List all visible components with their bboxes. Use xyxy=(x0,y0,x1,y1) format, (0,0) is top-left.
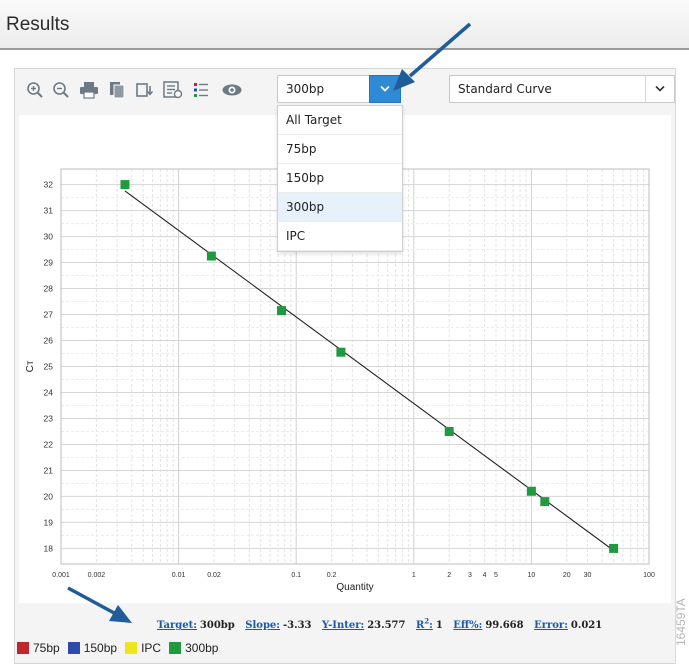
legend-item-75bp[interactable]: 75bp xyxy=(17,641,60,655)
target-dropdown-list: All Target 75bp 150bp 300bp IPC xyxy=(277,105,403,252)
legend-swatch xyxy=(67,642,80,654)
y-tick-label: 19 xyxy=(44,517,54,527)
x-tick-label: 30 xyxy=(584,572,592,579)
y-tick-label: 21 xyxy=(44,465,54,475)
x-tick-label: 0.2 xyxy=(327,572,337,579)
page-title: Results xyxy=(6,14,70,35)
plot-type-select[interactable]: Standard Curve xyxy=(449,75,675,103)
x-tick-label: 0.1 xyxy=(291,572,301,579)
y-tick-label: 20 xyxy=(44,491,54,501)
legend-item-ipc[interactable]: IPC xyxy=(125,641,161,655)
chevron-down-icon xyxy=(380,85,390,92)
y-tick-label: 24 xyxy=(44,387,54,397)
slope-stat-label[interactable]: Slope: xyxy=(245,620,280,631)
y-tick-label: 28 xyxy=(44,284,54,294)
y-tick-label: 26 xyxy=(44,336,54,346)
legend-swatch xyxy=(17,642,29,654)
data-point xyxy=(120,180,130,190)
x-tick-label: 5 xyxy=(494,572,498,579)
x-tick-label: 0.001 xyxy=(52,572,70,579)
legend-label: 300bp xyxy=(185,641,219,655)
target-stat-label[interactable]: Target: xyxy=(157,620,197,631)
curve-statistics: Target: 300bp Slope: -3.33 Y-Inter: 23.577 … xyxy=(157,617,609,631)
legend-label: 150bp xyxy=(83,641,118,655)
r2-stat-label[interactable]: R2: xyxy=(416,617,433,631)
x-tick-label: 1 xyxy=(412,572,416,579)
dropdown-option-300bp[interactable]: 300bp xyxy=(278,193,402,222)
x-tick-label: 10 xyxy=(528,572,536,579)
data-point xyxy=(540,497,550,507)
yinter-stat-value: 23.577 xyxy=(367,620,406,632)
export-icon[interactable] xyxy=(133,77,157,103)
data-point xyxy=(277,306,287,316)
x-tick-label: 2 xyxy=(447,572,451,579)
x-tick-label: 0.02 xyxy=(207,572,221,579)
target-select-value: 300bp xyxy=(286,82,325,96)
x-axis-title: Quantity xyxy=(336,582,373,593)
x-tick-label: 3 xyxy=(468,572,472,579)
dropdown-option-all-target[interactable]: All Target xyxy=(278,106,402,135)
x-tick-label: 0.002 xyxy=(88,572,106,579)
error-stat-label[interactable]: Error: xyxy=(534,620,568,631)
x-tick-label: 4 xyxy=(483,572,487,579)
zoom-in-icon[interactable] xyxy=(23,77,47,103)
dropdown-option-75bp[interactable]: 75bp xyxy=(278,135,402,164)
legend-label: IPC xyxy=(141,641,162,655)
copy-icon[interactable] xyxy=(105,77,129,103)
y-axis-title: Cт xyxy=(25,360,36,372)
chevron-down-icon[interactable] xyxy=(645,76,674,102)
chart-legend: 75bp 150bp IPC 300bp xyxy=(17,641,226,655)
x-tick-label: 0.01 xyxy=(172,572,186,579)
data-point xyxy=(336,347,346,357)
legend-item-300bp[interactable]: 300bp xyxy=(169,641,218,655)
results-panel: 300bp Standard Curve 18 19 20 21 22 23 24 25 26 2… xyxy=(14,68,676,664)
figure-code: 16459TA xyxy=(674,598,688,646)
y-tick-label: 22 xyxy=(44,439,54,449)
x-tick-label: 100 xyxy=(643,572,655,579)
zoom-out-icon[interactable] xyxy=(49,77,73,103)
show-icon[interactable] xyxy=(217,77,247,103)
target-stat-value: 300bp xyxy=(199,620,235,632)
error-stat-value: 0.021 xyxy=(570,620,603,632)
dropdown-option-150bp[interactable]: 150bp xyxy=(278,164,402,193)
legend-label: 75bp xyxy=(33,641,60,655)
eff-stat-value: 99.668 xyxy=(485,620,524,632)
dropdown-option-ipc[interactable]: IPC xyxy=(278,222,402,251)
legend-icon[interactable] xyxy=(189,77,213,103)
y-tick-label: 18 xyxy=(44,543,54,553)
data-point xyxy=(526,486,536,496)
y-tick-label: 25 xyxy=(44,362,54,372)
x-tick-label: 20 xyxy=(563,572,571,579)
y-tick-label: 32 xyxy=(44,180,54,190)
y-tick-label: 30 xyxy=(44,232,54,242)
target-dropdown-button[interactable] xyxy=(369,75,401,103)
slope-stat-value: -3.33 xyxy=(283,620,312,632)
data-point xyxy=(444,426,454,436)
eff-stat-label[interactable]: Eff%: xyxy=(453,620,482,631)
r2-stat-value: 1 xyxy=(435,620,443,632)
legend-swatch xyxy=(169,642,182,654)
y-tick-label: 29 xyxy=(44,258,54,268)
y-tick-label: 23 xyxy=(44,413,54,423)
data-point xyxy=(206,251,216,261)
settings-icon[interactable] xyxy=(161,77,185,103)
plot-type-value: Standard Curve xyxy=(458,82,552,96)
legend-item-150bp[interactable]: 150bp xyxy=(67,641,118,655)
y-tick-label: 31 xyxy=(44,206,54,216)
y-tick-label: 27 xyxy=(44,310,54,320)
yinter-stat-label[interactable]: Y-Inter: xyxy=(322,620,364,631)
legend-swatch xyxy=(125,642,138,654)
data-point xyxy=(609,543,619,553)
results-header: Results xyxy=(0,0,689,50)
print-icon[interactable] xyxy=(77,77,101,103)
target-select[interactable]: 300bp xyxy=(277,75,401,103)
